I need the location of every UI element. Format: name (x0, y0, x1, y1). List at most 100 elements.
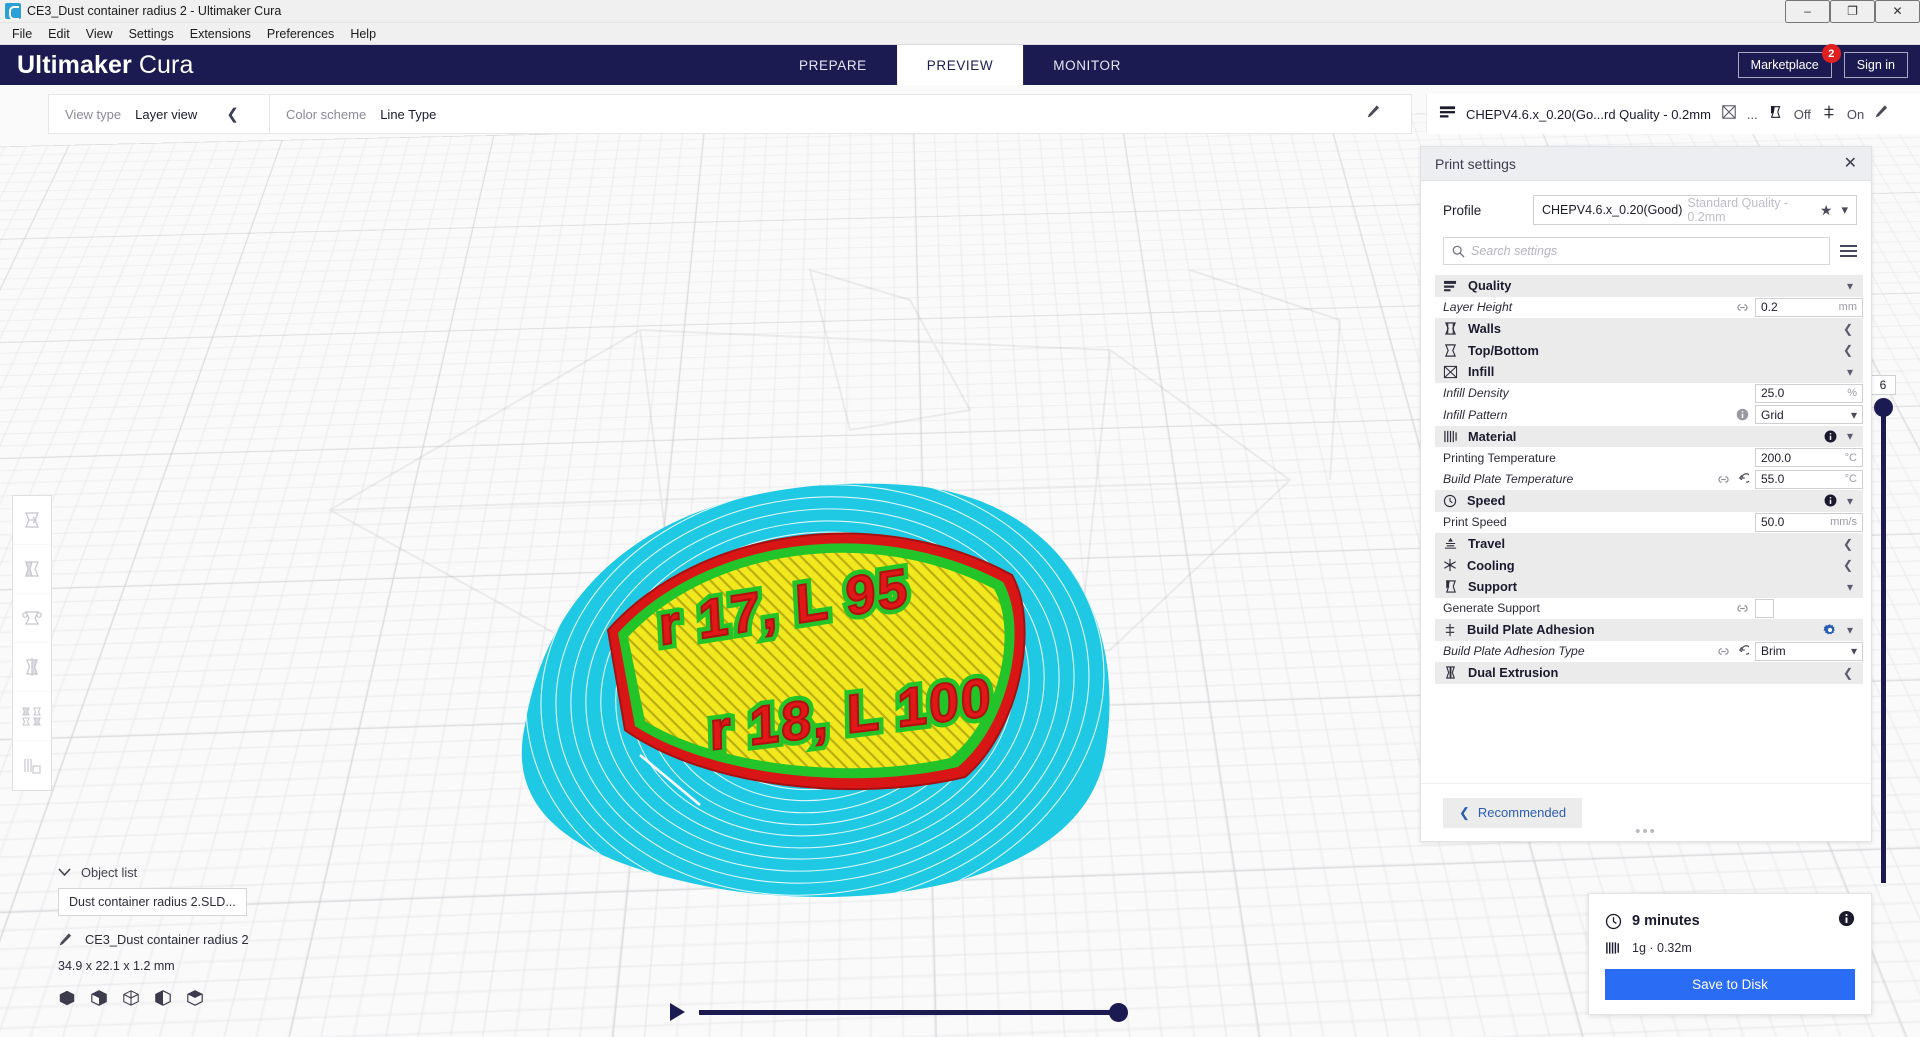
path-slider-track[interactable] (699, 1002, 1128, 1022)
chevron-left-icon[interactable]: ❮ (1843, 558, 1853, 572)
view-type-group[interactable]: View type Layer view ❮ (49, 94, 269, 134)
chevron-down-icon[interactable]: ▾ (1847, 365, 1853, 379)
pencil-icon[interactable] (1874, 104, 1889, 124)
setting-input[interactable]: 200.0 °C (1755, 448, 1863, 468)
setting-select[interactable]: Grid ▾ (1755, 405, 1863, 425)
generate-support-checkbox[interactable] (1755, 598, 1774, 618)
topbottom-icon (1445, 344, 1456, 357)
search-settings-box[interactable] (1443, 237, 1830, 265)
tool-move[interactable] (13, 496, 51, 545)
star-icon[interactable]: ★ (1820, 202, 1833, 219)
object-list-item[interactable]: Dust container radius 2.SLD... (58, 888, 247, 916)
marketplace-button[interactable]: Marketplace 2 (1737, 44, 1841, 78)
search-input[interactable] (1471, 244, 1821, 258)
setting-input[interactable]: 25.0 % (1755, 383, 1863, 403)
close-button[interactable]: ✕ (1875, 0, 1920, 23)
revert-icon[interactable] (1736, 473, 1749, 485)
category-material[interactable]: Material ▾ (1435, 425, 1863, 447)
tab-prepare[interactable]: PREPARE (769, 45, 897, 85)
info-icon[interactable] (1736, 408, 1749, 421)
pencil-icon[interactable] (1366, 104, 1395, 124)
category-travel[interactable]: Travel ❮ (1435, 533, 1863, 555)
profile-dropdown[interactable]: CHEPV4.6.x_0.20(Good) Standard Quality -… (1533, 195, 1857, 225)
minimize-button[interactable]: ‒ (1785, 0, 1830, 23)
revert-icon[interactable] (1736, 645, 1749, 657)
category-build-plate-adhesion[interactable]: Build Plate Adhesion ▾ (1435, 619, 1863, 641)
tab-preview[interactable]: PREVIEW (896, 45, 1024, 85)
signin-button[interactable]: Sign in (1843, 52, 1908, 78)
object-list-header[interactable]: Object list (58, 865, 358, 880)
shaded-view-icon[interactable] (90, 989, 108, 1012)
link-icon[interactable] (1717, 474, 1730, 485)
chevron-left-icon[interactable]: ❮ (1843, 322, 1853, 336)
adhesion-icon (1445, 623, 1455, 636)
menu-extensions[interactable]: Extensions (182, 24, 259, 44)
setting-input[interactable]: 55.0 °C (1755, 469, 1863, 489)
setting-input[interactable]: 50.0 mm/s (1755, 512, 1863, 532)
app-brand: Ultimaker Cura (12, 51, 193, 80)
play-icon[interactable] (670, 1003, 685, 1021)
category-walls[interactable]: Walls ❮ (1435, 318, 1863, 340)
menu-file[interactable]: File (4, 24, 40, 44)
tab-monitor[interactable]: MONITOR (1023, 45, 1151, 85)
menu-settings[interactable]: Settings (121, 24, 182, 44)
category-dual-extrusion[interactable]: Dual Extrusion ❮ (1435, 662, 1863, 684)
category-cooling[interactable]: Cooling ❮ (1435, 554, 1863, 576)
maximize-button[interactable]: ❐ (1830, 0, 1875, 23)
tool-rotate[interactable] (13, 594, 51, 643)
panel-resize-grip[interactable]: ••• (1635, 824, 1657, 839)
chevron-left-icon[interactable]: ❮ (1843, 666, 1853, 680)
settings-list[interactable]: Quality ▾ Layer Height 0.2 mm Walls ❮ To… (1421, 275, 1871, 783)
chevron-left-icon[interactable]: ❮ (1843, 343, 1853, 357)
link-icon[interactable] (1736, 603, 1749, 614)
menu-help[interactable]: Help (342, 24, 384, 44)
path-slider-handle[interactable] (1109, 1002, 1128, 1022)
xray-view-icon[interactable] (154, 989, 172, 1012)
category-quality[interactable]: Quality ▾ (1435, 275, 1863, 297)
category-support[interactable]: Support ▾ (1435, 576, 1863, 598)
link-icon[interactable] (1736, 302, 1749, 313)
category-top-bottom[interactable]: Top/Bottom ❮ (1435, 339, 1863, 361)
pencil-icon[interactable] (58, 932, 73, 947)
menu-preferences[interactable]: Preferences (259, 24, 342, 44)
layer-slider-handle[interactable] (1874, 398, 1893, 417)
chevron-down-icon[interactable]: ▾ (1847, 580, 1853, 594)
chevron-down-icon[interactable]: ▾ (1847, 429, 1853, 443)
save-to-disk-button[interactable]: Save to Disk (1605, 969, 1855, 1000)
category-label: Travel (1468, 536, 1505, 552)
category-speed[interactable]: Speed ▾ (1435, 490, 1863, 512)
chevron-down-icon[interactable]: ▾ (1847, 279, 1853, 293)
setting-input[interactable]: 0.2 mm (1755, 297, 1863, 317)
chevron-left-icon[interactable]: ❮ (1843, 537, 1853, 551)
tool-scale[interactable] (13, 545, 51, 594)
tool-per-model-settings[interactable] (13, 692, 51, 741)
chevron-down-icon[interactable]: ▾ (1837, 202, 1848, 218)
color-scheme-group[interactable]: Color scheme Line Type (270, 94, 1411, 134)
layer-view-icon[interactable] (186, 989, 204, 1012)
layer-slider-track[interactable] (1881, 403, 1886, 883)
chevron-left-icon[interactable]: ❮ (226, 105, 253, 123)
recommended-mode-button[interactable]: ❮ Recommended (1443, 797, 1583, 828)
chevron-down-icon[interactable]: ▾ (1847, 623, 1853, 637)
info-icon[interactable] (1824, 494, 1837, 507)
tool-support-blocker[interactable] (13, 741, 51, 790)
setting-select[interactable]: Brim ▾ (1755, 641, 1863, 661)
close-icon[interactable]: ✕ (1844, 155, 1857, 172)
gear-icon[interactable] (1823, 623, 1837, 637)
hamburger-menu-icon[interactable] (1840, 245, 1857, 257)
dual-extrusion-icon (1446, 666, 1455, 679)
link-icon[interactable] (1717, 646, 1730, 657)
menu-view[interactable]: View (78, 24, 121, 44)
wireframe-view-icon[interactable] (122, 989, 140, 1012)
info-icon[interactable] (1824, 430, 1837, 443)
layer-slider[interactable]: 6 (1870, 375, 1910, 895)
chevron-down-icon[interactable]: ▾ (1847, 494, 1853, 508)
tool-mirror[interactable] (13, 643, 51, 692)
menu-edit[interactable]: Edit (40, 24, 78, 44)
solid-view-icon[interactable] (58, 989, 76, 1012)
travel-icon (1444, 538, 1457, 549)
speed-icon (1443, 494, 1457, 507)
category-infill[interactable]: Infill ▾ (1435, 361, 1863, 383)
brand-bold: Ultimaker (17, 50, 132, 79)
info-icon[interactable] (1838, 910, 1855, 932)
